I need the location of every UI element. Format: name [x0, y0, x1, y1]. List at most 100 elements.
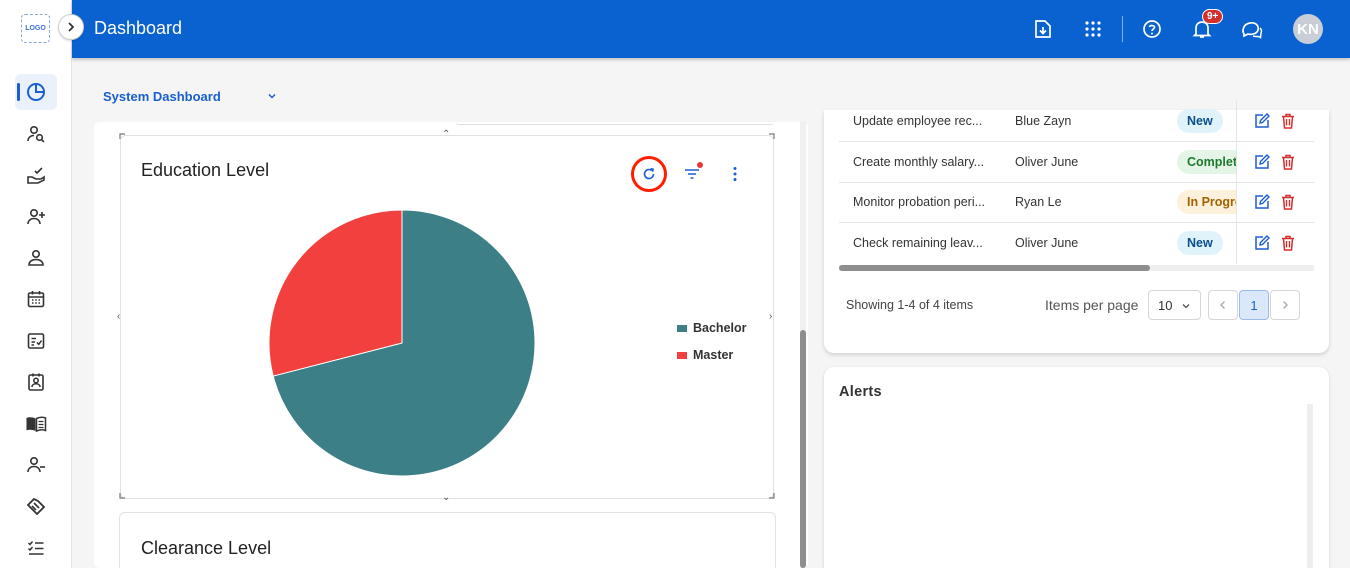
sidebar-item-reviews[interactable]	[15, 323, 57, 359]
items-per-page-label: Items per page	[1045, 297, 1139, 313]
task-list-icon	[27, 541, 44, 555]
delete-icon[interactable]	[1280, 194, 1296, 210]
resize-corner-top-right[interactable]	[769, 133, 775, 139]
status-badge: New	[1177, 109, 1223, 133]
education-pie-chart[interactable]	[268, 209, 536, 477]
alerts-title: Alerts	[839, 384, 882, 400]
sidebar-item-profile[interactable]	[15, 240, 57, 276]
prev-page-button[interactable]	[1208, 290, 1238, 320]
company-logo: LOGO	[21, 14, 50, 43]
resize-handle-bottom[interactable]: ⌄	[442, 493, 450, 503]
legend-item-master[interactable]: Master	[677, 348, 733, 362]
top-header: Dashboard 9+ KN	[72, 0, 1350, 58]
sidebar-item-calendar[interactable]	[15, 281, 57, 317]
legend-swatch-master	[677, 351, 687, 359]
resize-handle-left[interactable]: ‹	[117, 312, 120, 322]
user-add-icon	[27, 208, 45, 225]
assignee-cell: Oliver June	[1015, 236, 1079, 250]
legend-label-master: Master	[693, 348, 734, 362]
edit-icon[interactable]	[1254, 235, 1270, 251]
table-hscroll-thumb[interactable]	[839, 265, 1150, 271]
edit-icon[interactable]	[1254, 154, 1270, 170]
chat-button[interactable]	[1240, 17, 1264, 41]
legend-swatch-bachelor	[677, 324, 687, 332]
download-report-button[interactable]	[1031, 17, 1055, 41]
items-per-page-select[interactable]: 10	[1148, 290, 1201, 320]
alerts-card	[824, 367, 1329, 568]
actions-divider	[1236, 101, 1237, 142]
legend-label-bachelor: Bachelor	[693, 321, 747, 335]
refresh-button[interactable]	[631, 156, 667, 192]
status-badge: In Progre	[1177, 190, 1236, 214]
actions-divider	[1236, 142, 1237, 183]
chevron-down-icon[interactable]	[266, 90, 278, 102]
actions-divider	[1236, 223, 1237, 264]
table-row[interactable]: Update employee rec... Blue Zayn New	[839, 101, 1314, 142]
education-card-title: Education Level	[141, 160, 270, 180]
sidebar-item-tasks[interactable]	[15, 530, 57, 566]
task-cell: Update employee rec...	[853, 114, 983, 128]
user-search-icon	[27, 125, 45, 143]
resize-corner-bottom-left[interactable]	[119, 493, 125, 499]
dashboard-select[interactable]: System Dashboard	[103, 89, 221, 104]
user-icon	[28, 249, 44, 266]
hand-check-icon	[27, 167, 45, 184]
resize-handle-right[interactable]: ›	[769, 312, 772, 322]
sidebar-item-user-search[interactable]	[15, 116, 57, 152]
table-row[interactable]: Check remaining leav... Oliver June New	[839, 223, 1314, 264]
status-badge: Complet	[1177, 150, 1236, 174]
resize-corner-top-left[interactable]	[119, 133, 125, 139]
delete-icon[interactable]	[1280, 113, 1296, 129]
checklist-card-icon	[27, 333, 45, 349]
delete-icon[interactable]	[1280, 235, 1296, 251]
chevron-right-icon	[68, 22, 75, 32]
status-badge: New	[1177, 231, 1223, 255]
legend-item-bachelor[interactable]: Bachelor	[677, 321, 747, 335]
apps-grid-icon	[1085, 21, 1101, 37]
edit-icon[interactable]	[1254, 113, 1270, 129]
sidebar-item-offboarding[interactable]	[15, 447, 57, 483]
user-avatar[interactable]: KN	[1293, 14, 1323, 44]
sidebar-item-training[interactable]	[15, 406, 57, 442]
filter-active-dot	[697, 162, 703, 168]
resize-handle-top[interactable]: ⌃	[442, 130, 450, 140]
task-cell: Create monthly salary...	[853, 155, 985, 169]
calendar-icon	[27, 291, 45, 308]
chat-icon	[1242, 22, 1263, 39]
id-badge-icon	[28, 373, 44, 391]
alerts-scrollbar[interactable]	[1307, 404, 1313, 568]
delete-icon[interactable]	[1280, 154, 1296, 170]
task-cell: Check remaining leav...	[853, 236, 983, 250]
assignee-cell: Oliver June	[1015, 155, 1079, 169]
edit-icon[interactable]	[1254, 194, 1270, 210]
left-scrollbar-thumb[interactable]	[800, 330, 806, 568]
download-report-icon	[1035, 20, 1051, 38]
more-vertical-icon	[733, 167, 737, 181]
chevron-right-icon	[1283, 301, 1288, 309]
sidebar-toggle-button[interactable]	[58, 14, 84, 40]
row-cells: Update employee rec... Blue Zayn New	[839, 101, 1236, 142]
row-cells: Monitor probation peri... Ryan Le In Pro…	[839, 182, 1236, 223]
assignee-cell: Ryan Le	[1015, 195, 1062, 209]
next-page-button[interactable]	[1270, 290, 1300, 320]
row-cells: Create monthly salary... Oliver June Com…	[839, 142, 1236, 183]
dashboard-pie-icon	[27, 83, 45, 101]
resize-corner-bottom-right[interactable]	[769, 493, 775, 499]
book-icon	[26, 416, 47, 433]
more-options-button[interactable]	[724, 163, 746, 185]
sidebar-item-dashboard[interactable]	[15, 74, 57, 110]
sidebar-item-approvals[interactable]	[15, 157, 57, 193]
row-cells: Check remaining leav... Oliver June New	[839, 223, 1236, 264]
clearance-card-title: Clearance Level	[141, 538, 272, 558]
sidebar-item-add-user[interactable]	[15, 199, 57, 235]
sidebar-item-partnerships[interactable]	[15, 488, 57, 524]
table-row[interactable]: Monitor probation peri... Ryan Le In Pro…	[839, 182, 1314, 223]
apps-menu-button[interactable]	[1081, 17, 1105, 41]
page-button-current[interactable]: 1	[1239, 290, 1269, 320]
previous-card-edge	[456, 122, 774, 125]
sidebar-item-directory[interactable]	[15, 364, 57, 400]
help-button[interactable]	[1140, 17, 1164, 41]
chevron-down-icon	[1182, 304, 1190, 309]
task-cell: Monitor probation peri...	[853, 195, 986, 209]
table-row[interactable]: Create monthly salary... Oliver June Com…	[839, 142, 1314, 183]
